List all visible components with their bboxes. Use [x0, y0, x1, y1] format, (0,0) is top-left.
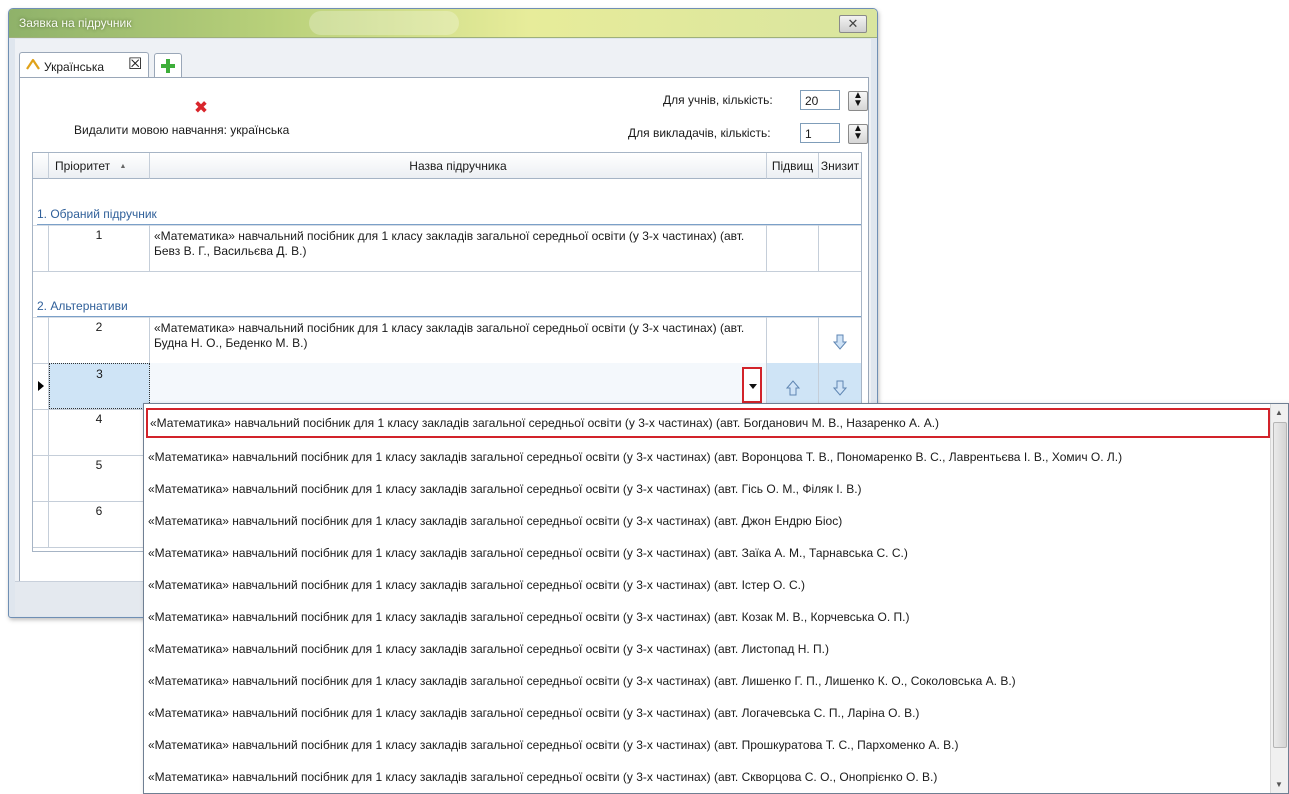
sort-ascending-icon: ▲ [119, 163, 127, 170]
teachers-count-spinner[interactable]: ▲ ▼ [848, 124, 868, 144]
dropdown-scrollbar[interactable]: ▲ ▼ [1270, 404, 1288, 793]
title-bar[interactable]: Заявка на підручник ✕ [9, 9, 877, 38]
dropdown-option[interactable]: «Математика» навчальний посібник для 1 к… [146, 442, 1270, 472]
textbook-name-cell[interactable]: «Математика» навчальний посібник для 1 к… [150, 317, 767, 363]
row-indicator-cell [33, 455, 49, 501]
row-indicator-cell [33, 317, 49, 363]
delete-language-action[interactable]: ✖ Видалити мовою навчання: українська [60, 98, 330, 148]
tab-close-icon[interactable]: ☒ [128, 57, 144, 73]
arrow-down-icon[interactable] [833, 334, 847, 350]
scroll-up-icon[interactable]: ▲ [1275, 408, 1283, 417]
tab-label: Українська [44, 60, 105, 74]
row-indicator-cell [33, 363, 49, 409]
teachers-count-input[interactable]: 1 [800, 123, 840, 143]
dropdown-option[interactable]: «Математика» навчальний посібник для 1 к… [146, 570, 1270, 600]
priority-cell: 3 [49, 363, 150, 409]
priority-cell: 6 [49, 501, 150, 547]
move-up-cell [767, 317, 819, 363]
combo-dropdown-button[interactable] [742, 367, 762, 403]
chevron-down-icon [749, 384, 757, 389]
row-indicator-header [33, 153, 49, 179]
scroll-down-icon[interactable]: ▼ [1275, 780, 1283, 789]
priority-cell: 2 [49, 317, 150, 363]
priority-cell: 4 [49, 409, 150, 455]
move-down-cell [819, 225, 861, 271]
delete-icon[interactable]: ✖ [193, 99, 209, 116]
current-row-indicator-icon [38, 381, 44, 391]
add-tab-button[interactable] [154, 53, 182, 78]
tab-strip: Українська ☒ [19, 47, 859, 79]
move-up-cell [767, 225, 819, 271]
title-bar-decoration [309, 11, 459, 35]
group-row-chosen: 1. Обраний підручник [33, 179, 861, 226]
priority-header-label: Пріоритет [55, 159, 111, 173]
priority-cell: 1 [49, 225, 150, 271]
row-indicator-cell [33, 501, 49, 547]
dropdown-option[interactable]: «Математика» навчальний посібник для 1 к… [146, 762, 1270, 792]
arrow-down-icon[interactable] [833, 380, 847, 396]
home-icon [26, 58, 40, 70]
teachers-count-label: Для викладачів, кількість: [628, 126, 771, 140]
tab-ukrainian[interactable]: Українська ☒ [19, 52, 149, 79]
students-count-label: Для учнів, кількість: [663, 93, 773, 107]
group-row-alternatives: 2. Альтернативи [33, 271, 861, 318]
dropdown-option[interactable]: «Математика» навчальний посібник для 1 к… [146, 408, 1270, 438]
priority-cell: 5 [49, 455, 150, 501]
row-indicator-cell [33, 409, 49, 455]
students-count-input[interactable]: 20 [800, 90, 840, 110]
dropdown-option[interactable]: «Математика» навчальний посібник для 1 к… [146, 538, 1270, 568]
dropdown-option[interactable]: «Математика» навчальний посібник для 1 к… [146, 666, 1270, 696]
row-indicator-cell [33, 225, 49, 271]
dropdown-option[interactable]: «Математика» навчальний посібник для 1 к… [146, 474, 1270, 504]
students-count-spinner[interactable]: ▲ ▼ [848, 91, 868, 111]
group-label: 2. Альтернативи [37, 299, 128, 313]
column-header-name[interactable]: Назва підручника [150, 153, 767, 179]
scrollbar-thumb[interactable] [1273, 422, 1287, 748]
delete-language-label: Видалити мовою навчання: українська [74, 123, 290, 137]
close-button[interactable]: ✕ [839, 15, 867, 33]
arrow-up-icon[interactable] [785, 380, 800, 396]
dropdown-option[interactable]: «Математика» навчальний посібник для 1 к… [146, 602, 1270, 632]
column-header-priority[interactable]: Пріоритет ▲ [49, 153, 150, 179]
window-title: Заявка на підручник [19, 16, 132, 30]
table-row[interactable]: 2 «Математика» навчальний посібник для 1… [33, 317, 861, 364]
textbook-dropdown-list[interactable]: «Математика» навчальний посібник для 1 к… [143, 403, 1289, 794]
move-down-cell[interactable] [819, 317, 861, 363]
column-header-down[interactable]: Знизит [819, 153, 861, 179]
textbook-name-cell[interactable]: «Математика» навчальний посібник для 1 к… [150, 225, 767, 271]
dropdown-option[interactable]: «Математика» навчальний посібник для 1 к… [146, 634, 1270, 664]
table-row[interactable]: 1 «Математика» навчальний посібник для 1… [33, 225, 861, 272]
dropdown-option[interactable]: «Математика» навчальний посібник для 1 к… [146, 730, 1270, 760]
group-label: 1. Обраний підручник [37, 207, 157, 221]
dropdown-option[interactable]: «Математика» навчальний посібник для 1 к… [146, 506, 1270, 536]
column-header-up[interactable]: Підвищ [767, 153, 819, 179]
dropdown-option[interactable]: «Математика» навчальний посібник для 1 к… [146, 698, 1270, 728]
